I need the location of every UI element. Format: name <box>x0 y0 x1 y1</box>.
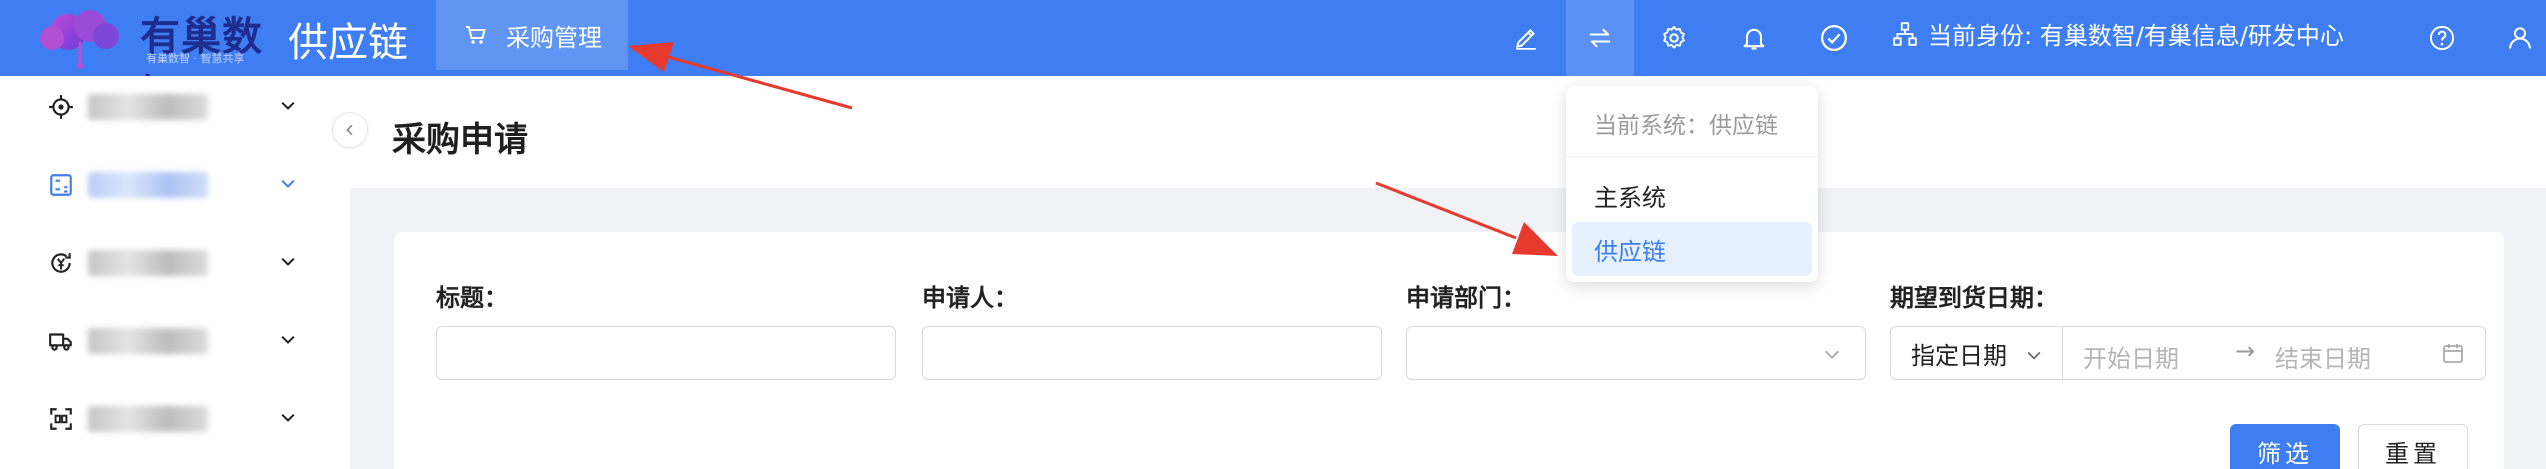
switch-system-icon[interactable] <box>1566 0 1634 76</box>
settings-icon[interactable] <box>1654 18 1694 58</box>
department-select[interactable] <box>1406 326 1866 380</box>
reset-button[interactable]: 重置 <box>2358 424 2468 469</box>
scan-icon <box>50 408 72 430</box>
sidebar-item-label-redacted <box>88 94 208 120</box>
dropdown-divider <box>1566 156 1818 157</box>
menu-tab-purchase-management[interactable]: 采购管理 <box>436 0 628 70</box>
current-system-caption: 当前系统：供应链 <box>1594 113 1778 139</box>
logo-cloud-icon <box>40 10 119 69</box>
date-type-value: 指定日期 <box>1911 341 2007 370</box>
chevron-down-icon <box>1824 350 1840 359</box>
department-label: 申请部门： <box>1406 284 1526 312</box>
system-switch-dropdown: 当前系统：供应链 主系统 供应链 <box>1566 86 1818 282</box>
system-option-supply-chain[interactable]: 供应链 <box>1572 222 1812 276</box>
date-range-picker[interactable]: 指定日期 开始日期 → 结束日期 <box>1890 326 2486 380</box>
sidebar-item-label-redacted <box>88 250 208 276</box>
sidebar-item-1[interactable] <box>0 76 350 136</box>
current-identity[interactable]: 当前身份: 有巢数智/有巢信息/研发中心 <box>1892 16 2344 51</box>
system-option-main[interactable]: 主系统 <box>1572 168 1812 222</box>
cart-icon <box>466 26 486 44</box>
sidebar-item-label-redacted <box>88 172 208 198</box>
chevron-down-icon <box>281 179 295 188</box>
truck-icon <box>49 333 72 351</box>
pencil-icon[interactable] <box>1506 18 1546 58</box>
sidebar-item-5[interactable] <box>0 388 350 448</box>
sidebar-item-label-redacted <box>88 406 208 432</box>
user-icon[interactable] <box>2500 18 2540 58</box>
check-circle-icon[interactable] <box>1814 18 1854 58</box>
chevron-down-icon <box>281 101 295 110</box>
chevron-down-icon <box>281 413 295 422</box>
bell-icon[interactable] <box>1734 18 1774 58</box>
chevron-down-icon <box>281 257 295 266</box>
calendar-icon <box>2443 344 2463 363</box>
company-logo[interactable]: 有巢数智 有巢数智 · 智慧共享 <box>28 4 278 118</box>
app-title: 供应链 <box>288 20 408 66</box>
end-date-input[interactable]: 结束日期 <box>2275 339 2371 374</box>
range-arrow: → <box>2235 337 2256 365</box>
filter-button[interactable]: 筛选 <box>2230 424 2340 469</box>
logo-subtitle: 有巢数智 · 智慧共享 <box>146 52 245 65</box>
page-header: 采购申请 <box>350 76 2546 188</box>
sidebar <box>0 76 350 469</box>
sidebar-item-4[interactable] <box>0 310 350 370</box>
chevron-left-icon <box>346 124 353 136</box>
filter-card: 标题： 申请人： 申请部门： 期望到货日期： 指定日期 开始日期 → 结束日期 … <box>394 232 2504 469</box>
applicant-input[interactable] <box>922 326 1382 380</box>
chevron-down-icon <box>2027 351 2041 360</box>
org-icon <box>1893 21 1917 46</box>
sidebar-collapse-button[interactable] <box>332 112 368 148</box>
chevron-down-icon <box>281 335 295 344</box>
title-input[interactable] <box>436 326 896 380</box>
top-header: 有巢数智 有巢数智 · 智慧共享 供应链 采购管理 当前身份: 有巢数智/有巢信… <box>0 0 2546 118</box>
expected-date-label: 期望到货日期： <box>1890 284 2058 312</box>
money-cycle-icon <box>51 253 71 273</box>
menu-tab-label: 采购管理 <box>506 23 602 52</box>
target-icon <box>49 95 73 119</box>
applicant-label: 申请人： <box>922 284 1018 312</box>
start-date-input[interactable]: 开始日期 <box>2083 339 2179 374</box>
sidebar-item-2[interactable] <box>0 154 350 214</box>
page-title: 采购申请 <box>392 120 528 160</box>
sidebar-item-3[interactable] <box>0 232 350 292</box>
identity-label: 当前身份: 有巢数智/有巢信息/研发中心 <box>1928 22 2344 50</box>
sidebar-item-label-redacted <box>88 328 208 354</box>
date-type-select[interactable]: 指定日期 <box>1891 327 2063 379</box>
title-label: 标题： <box>436 284 508 312</box>
calculator-icon <box>50 174 72 196</box>
help-icon[interactable] <box>2422 18 2462 58</box>
